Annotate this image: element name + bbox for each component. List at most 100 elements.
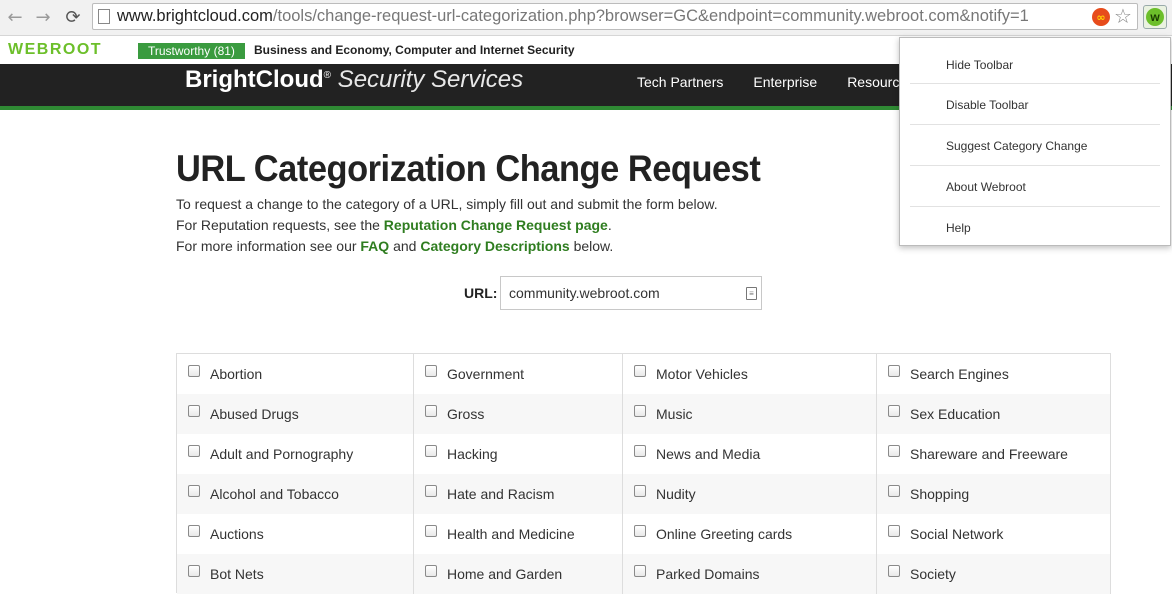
site-categories: Business and Economy, Computer and Inter… bbox=[254, 43, 575, 57]
category-checkbox[interactable] bbox=[188, 405, 200, 417]
category-row[interactable]: Abused Drugs bbox=[177, 394, 413, 434]
url-path: /tools/change-request-url-categorization… bbox=[272, 7, 1029, 25]
site-nav: Tech Partners Enterprise Resources bbox=[637, 74, 914, 90]
category-column-3: Motor Vehicles Music News and Media Nudity O… bbox=[623, 354, 877, 594]
category-descriptions-link[interactable]: Category Descriptions bbox=[420, 238, 569, 254]
menu-hide-toolbar[interactable]: Hide Toolbar bbox=[946, 58, 1013, 72]
address-bar[interactable]: www.brightcloud.com/tools/change-request… bbox=[92, 3, 1138, 30]
category-label: Gross bbox=[447, 406, 485, 422]
nav-tech-partners[interactable]: Tech Partners bbox=[637, 74, 723, 90]
brightcloud-logo[interactable]: BrightCloud® Security Services bbox=[185, 66, 523, 94]
category-label: Abused Drugs bbox=[210, 406, 299, 422]
category-label: Society bbox=[910, 566, 956, 582]
category-checkbox[interactable] bbox=[425, 525, 437, 537]
url-input[interactable] bbox=[509, 285, 739, 301]
category-row[interactable]: Government bbox=[414, 354, 622, 394]
category-label: Nudity bbox=[656, 486, 696, 502]
menu-help[interactable]: Help bbox=[946, 221, 971, 235]
category-label: Shareware and Freeware bbox=[910, 446, 1068, 462]
category-row[interactable]: Hacking bbox=[414, 434, 622, 474]
category-label: Search Engines bbox=[910, 366, 1009, 382]
category-checkbox[interactable] bbox=[425, 565, 437, 577]
category-label: Government bbox=[447, 366, 525, 382]
category-checkbox[interactable] bbox=[425, 485, 437, 497]
autofill-card-icon[interactable]: ≡ bbox=[746, 287, 757, 300]
url-label: URL: bbox=[464, 285, 498, 301]
category-checkbox[interactable] bbox=[188, 445, 200, 457]
category-row[interactable]: News and Media bbox=[623, 434, 876, 474]
category-checkbox[interactable] bbox=[188, 365, 200, 377]
category-row[interactable]: Home and Garden bbox=[414, 554, 622, 594]
category-checkbox[interactable] bbox=[888, 365, 900, 377]
reload-icon[interactable]: ⟳ bbox=[62, 6, 84, 28]
reputation-change-link[interactable]: Reputation Change Request page bbox=[384, 217, 608, 233]
category-row[interactable]: Health and Medicine bbox=[414, 514, 622, 554]
category-checkbox[interactable] bbox=[888, 405, 900, 417]
category-row[interactable]: Bot Nets bbox=[177, 554, 413, 594]
category-checkbox[interactable] bbox=[425, 445, 437, 457]
menu-divider bbox=[910, 165, 1160, 166]
category-checkbox[interactable] bbox=[634, 445, 646, 457]
url-field[interactable]: ≡ bbox=[500, 276, 762, 310]
category-checkbox[interactable] bbox=[634, 565, 646, 577]
category-row[interactable]: Sex Education bbox=[877, 394, 1110, 434]
category-row[interactable]: Music bbox=[623, 394, 876, 434]
category-row[interactable]: Social Network bbox=[877, 514, 1110, 554]
webroot-logo: WEBROOT bbox=[8, 41, 103, 58]
faq-link[interactable]: FAQ bbox=[360, 238, 389, 254]
category-column-2: Government Gross Hacking Hate and Racism Hea… bbox=[414, 354, 623, 594]
category-checkbox[interactable] bbox=[888, 445, 900, 457]
category-row[interactable]: Auctions bbox=[177, 514, 413, 554]
category-checkbox[interactable] bbox=[188, 485, 200, 497]
category-label: Hacking bbox=[447, 446, 498, 462]
category-checkbox[interactable] bbox=[888, 525, 900, 537]
category-checkbox[interactable] bbox=[888, 485, 900, 497]
category-row[interactable]: Gross bbox=[414, 394, 622, 434]
category-row[interactable]: Hate and Racism bbox=[414, 474, 622, 514]
category-label: Sex Education bbox=[910, 406, 1001, 422]
category-row[interactable]: Online Greeting cards bbox=[623, 514, 876, 554]
menu-about-webroot[interactable]: About Webroot bbox=[946, 180, 1026, 194]
category-label: Adult and Pornography bbox=[210, 446, 354, 462]
category-checkbox[interactable] bbox=[634, 365, 646, 377]
category-row[interactable]: Abortion bbox=[177, 354, 413, 394]
category-label: Shopping bbox=[910, 486, 970, 502]
forward-arrow-icon[interactable]: → bbox=[32, 6, 54, 28]
category-row[interactable]: Nudity bbox=[623, 474, 876, 514]
category-label: Hate and Racism bbox=[447, 486, 555, 502]
category-label: News and Media bbox=[656, 446, 761, 462]
webroot-dropdown-menu: Hide Toolbar Disable Toolbar Suggest Cat… bbox=[899, 37, 1171, 246]
category-row[interactable]: Society bbox=[877, 554, 1110, 594]
category-checkbox[interactable] bbox=[188, 525, 200, 537]
reputation-badge: Trustworthy (81) bbox=[138, 43, 245, 59]
back-arrow-icon[interactable]: ← bbox=[4, 6, 26, 28]
category-checkbox[interactable] bbox=[888, 565, 900, 577]
category-grid: Abortion Abused Drugs Adult and Pornograph… bbox=[176, 353, 1111, 594]
category-column-4: Search Engines Sex Education Shareware and… bbox=[877, 354, 1111, 594]
menu-disable-toolbar[interactable]: Disable Toolbar bbox=[946, 98, 1029, 112]
webroot-extension-button[interactable]: w bbox=[1143, 5, 1167, 29]
category-row[interactable]: Search Engines bbox=[877, 354, 1110, 394]
nav-enterprise[interactable]: Enterprise bbox=[753, 74, 817, 90]
category-label: Health and Medicine bbox=[447, 526, 575, 542]
category-row[interactable]: Shareware and Freeware bbox=[877, 434, 1110, 474]
category-label: Bot Nets bbox=[210, 566, 264, 582]
menu-suggest-category-change[interactable]: Suggest Category Change bbox=[946, 139, 1087, 153]
category-checkbox[interactable] bbox=[634, 405, 646, 417]
bookmark-star-icon[interactable]: ☆ bbox=[1114, 4, 1132, 28]
category-checkbox[interactable] bbox=[188, 565, 200, 577]
category-row[interactable]: Alcohol and Tobacco bbox=[177, 474, 413, 514]
category-label: Social Network bbox=[910, 526, 1004, 542]
infinity-extension-icon[interactable]: ∞ bbox=[1092, 8, 1110, 26]
address-url[interactable]: www.brightcloud.com/tools/change-request… bbox=[117, 7, 1029, 26]
category-column-1: Abortion Abused Drugs Adult and Pornograph… bbox=[177, 354, 414, 594]
category-checkbox[interactable] bbox=[634, 485, 646, 497]
category-row[interactable]: Shopping bbox=[877, 474, 1110, 514]
category-row[interactable]: Adult and Pornography bbox=[177, 434, 413, 474]
category-checkbox[interactable] bbox=[425, 405, 437, 417]
category-checkbox[interactable] bbox=[425, 365, 437, 377]
category-row[interactable]: Parked Domains bbox=[623, 554, 876, 594]
category-row[interactable]: Motor Vehicles bbox=[623, 354, 876, 394]
category-checkbox[interactable] bbox=[634, 525, 646, 537]
webroot-w-icon: w bbox=[1146, 8, 1164, 26]
